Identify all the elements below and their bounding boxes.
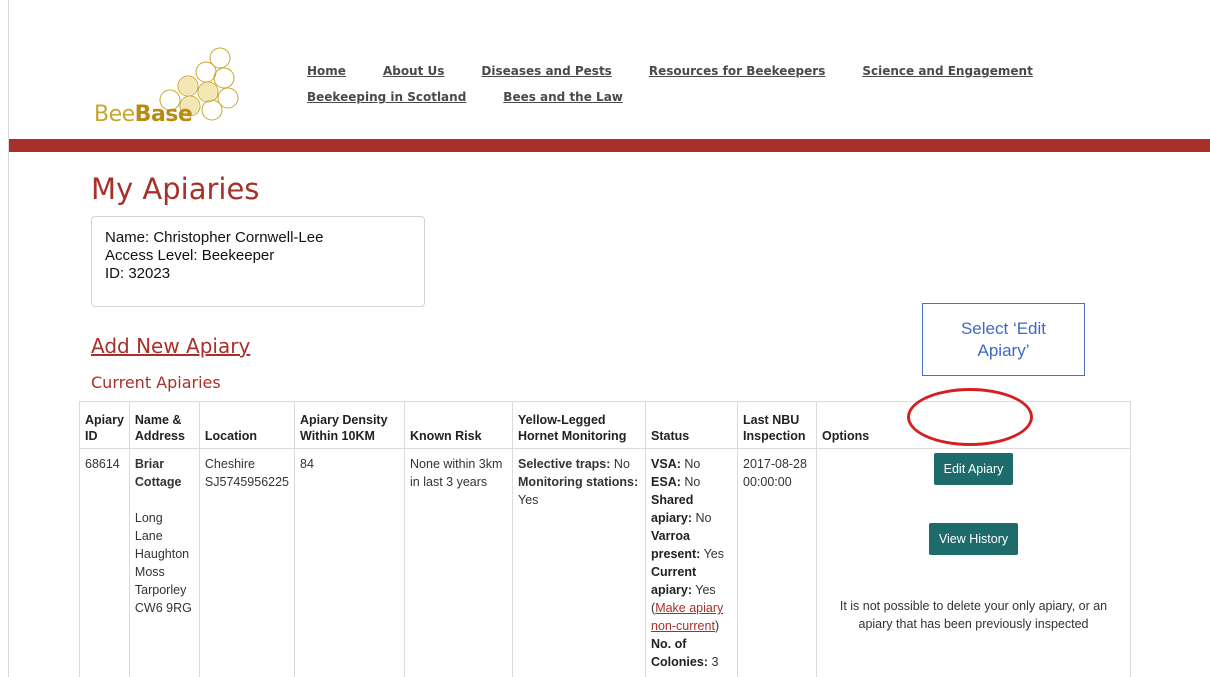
address-line: Tarporley — [134, 583, 187, 597]
table-row: 68614 Briar Cottage Long Lane Haughton M… — [79, 448, 1131, 677]
density-cell: 84 — [294, 448, 406, 677]
col-last-inspection: Last NBU Inspection — [737, 401, 818, 449]
add-new-apiary-link[interactable]: Add New Apiary — [91, 334, 250, 358]
current-apiary-status: Current apiary: Yes — [651, 565, 716, 597]
col-name-address: Name & Address — [128, 401, 200, 449]
col-status: Status — [645, 401, 739, 449]
options-cell: Edit Apiary View History It is not possi… — [816, 448, 1131, 677]
col-apiary-id: Apiary ID — [79, 401, 130, 449]
main-navigation: Home About Us Diseases and Pests Resourc… — [307, 58, 1067, 110]
view-history-button[interactable]: View History — [928, 523, 1019, 555]
col-density: Apiary Density Within 10KM — [294, 401, 406, 449]
address-line: Moss — [134, 565, 165, 579]
page-left-border — [8, 0, 9, 677]
address-line: Haughton — [134, 547, 190, 561]
apiary-id-cell: 68614 — [79, 448, 130, 677]
header-divider-bar — [9, 139, 1210, 152]
hornet-monitoring-cell: Selective traps: No Monitoring stations:… — [512, 448, 647, 677]
beebase-logo[interactable]: BeeBase — [88, 44, 248, 127]
last-inspection-cell: 2017-08-28 00:00:00 — [737, 448, 818, 677]
nav-row-secondary: Beekeeping in Scotland Bees and the Law — [307, 84, 1067, 110]
colonies-count: No. of Colonies: 3 — [651, 637, 719, 669]
nav-home-link[interactable]: Home — [307, 64, 346, 78]
esa-status: ESA: No — [651, 475, 701, 489]
nav-resources-link[interactable]: Resources for Beekeepers — [649, 64, 826, 78]
col-location: Location — [198, 401, 296, 449]
location-county: Cheshire — [204, 457, 255, 471]
nav-science-engagement-link[interactable]: Science and Engagement — [862, 64, 1032, 78]
user-id: ID: 32023 — [105, 265, 171, 282]
name-address-cell: Briar Cottage Long Lane Haughton Moss Ta… — [128, 448, 200, 677]
status-cell: VSA: No ESA: No Shared apiary: No Varroa… — [645, 448, 739, 677]
monitoring-stations-status: Monitoring stations: Yes — [518, 475, 639, 507]
known-risk-cell: None within 3km in last 3 years — [404, 448, 514, 677]
nav-beekeeping-scotland-link[interactable]: Beekeeping in Scotland — [307, 90, 466, 104]
nav-bees-law-link[interactable]: Bees and the Law — [503, 90, 623, 104]
address-postcode: CW6 9RG — [134, 601, 192, 615]
edit-apiary-button[interactable]: Edit Apiary — [933, 453, 1014, 485]
make-noncurrent-wrapper: (Make apiary non-current) — [651, 601, 724, 633]
highlight-circle-annotation — [907, 388, 1033, 446]
varroa-status: Varroa present: Yes — [651, 529, 724, 561]
logo-wordmark: BeeBase — [94, 102, 193, 127]
vsa-status: VSA: No — [651, 457, 701, 471]
user-access-level: Access Level: Beekeeper — [105, 247, 275, 264]
make-apiary-noncurrent-link[interactable]: Make apiary non-current — [651, 601, 723, 633]
apiary-name: Briar Cottage — [134, 457, 182, 489]
nav-diseases-pests-link[interactable]: Diseases and Pests — [481, 64, 611, 78]
page-title: My Apiaries — [91, 172, 260, 206]
shared-apiary-status: Shared apiary: No — [651, 493, 712, 525]
delete-restriction-note: It is not possible to delete your only a… — [839, 599, 1108, 631]
user-info-panel: Name: Christopher Cornwell-Lee Access Le… — [91, 216, 425, 307]
location-grid-ref: SJ5745956225 — [204, 475, 290, 489]
nav-about-us-link[interactable]: About Us — [383, 64, 444, 78]
selective-traps-status: Selective traps: No — [518, 457, 630, 471]
nav-row-primary: Home About Us Diseases and Pests Resourc… — [307, 58, 1067, 84]
current-apiaries-heading: Current Apiaries — [91, 373, 221, 392]
user-name: Name: Christopher Cornwell-Lee — [105, 229, 324, 246]
location-cell: Cheshire SJ5745956225 — [198, 448, 296, 677]
col-hornet-monitoring: Yellow-Legged Hornet Monitoring — [512, 401, 647, 449]
col-known-risk: Known Risk — [404, 401, 514, 449]
instruction-callout: Select ‘Edit Apiary’ — [922, 303, 1085, 376]
address-line: Long Lane — [134, 511, 163, 543]
